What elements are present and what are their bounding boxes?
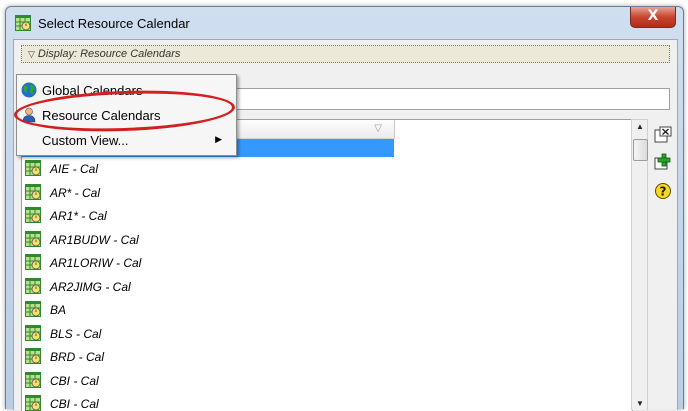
list-item-label: BA [50,303,67,317]
calendar-icon [25,230,41,247]
scroll-up-icon[interactable]: ▲ [636,122,644,131]
calendar-icon [25,324,41,341]
list-item[interactable]: BRD - Cal [22,345,394,369]
list-item[interactable]: CBI - Cal [22,369,394,393]
help-icon[interactable]: ? [654,182,672,200]
list-item[interactable]: BA [22,298,394,322]
calendar-app-icon [15,15,31,31]
calendar-icon [25,395,41,411]
select-resource-calendar-dialog: Select Resource Calendar X ▽ Display: Res… [5,6,684,411]
list-rows: AIE - Cal AR* - Cal AR1* - Cal AR1BUDW - Ca… [22,157,394,411]
list-item[interactable]: BLS - Cal [22,322,394,346]
list-item[interactable]: AR* - Cal [22,181,394,205]
list-item-label: CBI - Cal [50,373,99,388]
list-item-label: AR1* - Cal [50,209,107,223]
display-label: Display: Resource Calendars [37,48,181,60]
list-item[interactable]: AR2JIMG - Cal [22,275,394,299]
list-item[interactable]: CBI - Cal [22,392,394,411]
calendar-icon [25,183,41,200]
window-title: Select Resource Calendar [38,16,190,31]
list-item-label: AR1BUDW - Cal [50,232,139,247]
close-button[interactable]: X [630,7,676,28]
calendar-icon [25,348,41,364]
svg-text:?: ? [660,185,667,199]
vertical-scrollbar[interactable]: ▲ ▼ [631,119,648,410]
list-item[interactable]: AR1LORIW - Cal [22,251,394,275]
list-item-label: BRD - Cal [50,350,105,364]
add-icon[interactable] [654,153,672,171]
scroll-thumb[interactable] [633,139,648,161]
calendar-icon [25,301,41,317]
menu-item-custom-view[interactable]: Custom View... ▶ [17,129,236,151]
list-item-label: AIE - Cal [50,162,99,176]
calendar-icon [25,371,41,388]
list-item-label: AR* - Cal [50,185,101,200]
list-item-label: AR2JIMG - Cal [50,279,131,294]
title-bar[interactable]: Select Resource Calendar X [6,7,683,39]
list-item-label: BLS - Cal [50,326,102,341]
scroll-down-icon[interactable]: ▼ [636,399,644,408]
calendar-icon [25,207,41,223]
display-toggle[interactable]: ▽ Display: Resource Calendars [21,45,670,63]
calendar-icon [25,254,41,270]
sort-icon: ▽ [374,123,382,134]
chevron-down-icon: ▽ [28,49,35,59]
calendar-icon [25,160,41,176]
close-panel-icon[interactable] [654,126,672,144]
menu-item-label: Custom View... [42,133,129,148]
list-item[interactable]: AIE - Cal [22,157,394,181]
list-item-label: CBI - Cal [50,397,99,411]
list-item[interactable]: AR1* - Cal [22,204,394,228]
calendar-list[interactable]: ▽ AIE - Cal AR* - Cal AR1* - Cal AR1BUDW - … [21,119,633,411]
submenu-arrow-icon: ▶ [215,134,222,144]
calendar-icon [25,277,41,294]
list-item[interactable]: AR1BUDW - Cal [22,228,394,252]
list-item-label: AR1LORIW - Cal [50,256,142,270]
globe-icon [21,82,37,98]
